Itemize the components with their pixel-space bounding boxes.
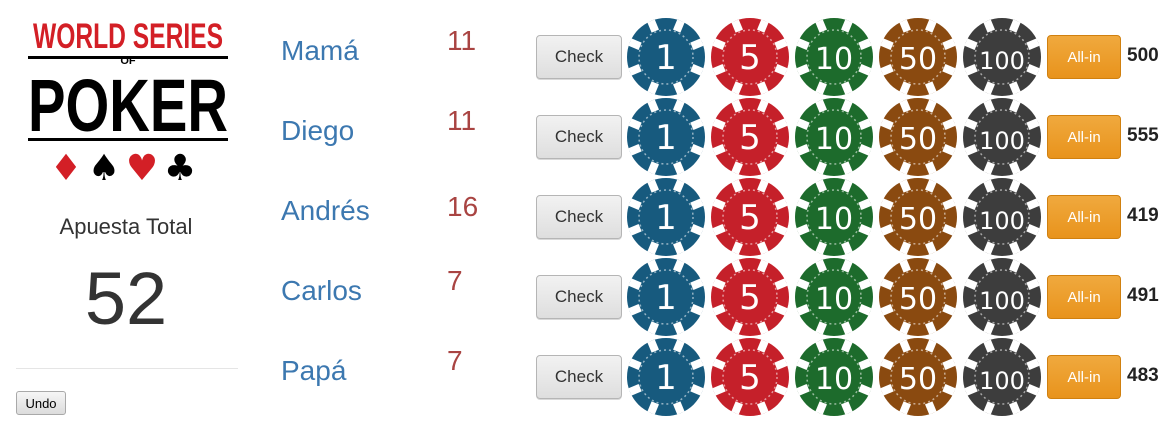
chip-value: 50 — [899, 282, 937, 317]
chip-10-button[interactable]: 10 — [794, 17, 874, 97]
chip-value: 10 — [815, 202, 853, 237]
chip-100-button[interactable]: 100 — [962, 177, 1042, 257]
chip-value: 10 — [815, 42, 853, 77]
chip-value: 5 — [739, 38, 761, 78]
all-in-button[interactable]: All-in — [1047, 35, 1121, 79]
chip-10-button[interactable]: 10 — [794, 97, 874, 177]
player-bet: 11 — [447, 105, 477, 136]
chip-value: 10 — [815, 122, 853, 157]
player-row: Papá 7 Check 1 5 10 50 100 All-in 483 — [0, 329, 1176, 416]
player-bet: 7 — [447, 265, 463, 296]
chip-value: 1 — [655, 38, 677, 78]
chip-value: 100 — [979, 47, 1025, 75]
chip-50-button[interactable]: 50 — [878, 177, 958, 257]
chip-value: 100 — [979, 207, 1025, 235]
player-stack: 555 — [1127, 125, 1159, 146]
chip-1-button[interactable]: 1 — [626, 337, 706, 417]
all-in-button[interactable]: All-in — [1047, 195, 1121, 239]
all-in-button[interactable]: All-in — [1047, 115, 1121, 159]
player-bet: 7 — [447, 345, 463, 376]
player-stack: 500 — [1127, 45, 1159, 66]
player-stack: 483 — [1127, 365, 1159, 386]
check-button[interactable]: Check — [536, 275, 622, 319]
all-in-button[interactable]: All-in — [1047, 275, 1121, 319]
check-button[interactable]: Check — [536, 195, 622, 239]
player-stack: 419 — [1127, 205, 1159, 226]
player-name: Mamá — [281, 35, 359, 66]
player-row: Carlos 7 Check 1 5 10 50 100 All-in 491 — [0, 249, 1176, 336]
player-bet: 16 — [447, 191, 479, 222]
chip-value: 5 — [739, 358, 761, 398]
chip-value: 5 — [739, 198, 761, 238]
player-row: Diego 11 Check 1 5 10 50 100 All-in 555 — [0, 89, 1176, 176]
chip-5-button[interactable]: 5 — [710, 17, 790, 97]
chip-value: 10 — [815, 362, 853, 397]
chip-value: 5 — [739, 278, 761, 318]
chip-10-button[interactable]: 10 — [794, 337, 874, 417]
chip-value: 5 — [739, 118, 761, 158]
chip-value: 50 — [899, 122, 937, 157]
check-button[interactable]: Check — [536, 115, 622, 159]
chip-1-button[interactable]: 1 — [626, 257, 706, 337]
chip-value: 50 — [899, 42, 937, 77]
chip-50-button[interactable]: 50 — [878, 257, 958, 337]
chip-5-button[interactable]: 5 — [710, 337, 790, 417]
player-name: Carlos — [281, 275, 362, 306]
chip-value: 100 — [979, 127, 1025, 155]
player-row: Andrés 16 Check 1 5 10 50 100 All-in 419 — [0, 169, 1176, 256]
chip-value: 1 — [655, 278, 677, 318]
chip-value: 1 — [655, 358, 677, 398]
chip-100-button[interactable]: 100 — [962, 17, 1042, 97]
chip-value: 100 — [979, 367, 1025, 395]
player-row: Mamá 11 Check 1 5 10 50 100 All-in 500 — [0, 9, 1176, 96]
player-name: Diego — [281, 115, 355, 146]
chip-1-button[interactable]: 1 — [626, 177, 706, 257]
chip-5-button[interactable]: 5 — [710, 97, 790, 177]
chip-100-button[interactable]: 100 — [962, 97, 1042, 177]
chip-50-button[interactable]: 50 — [878, 97, 958, 177]
chip-value: 10 — [815, 282, 853, 317]
player-bet: 11 — [447, 25, 477, 56]
chip-1-button[interactable]: 1 — [626, 17, 706, 97]
player-stack: 491 — [1127, 285, 1159, 306]
chip-100-button[interactable]: 100 — [962, 337, 1042, 417]
chip-value: 100 — [979, 287, 1025, 315]
chip-value: 50 — [899, 202, 937, 237]
chip-value: 50 — [899, 362, 937, 397]
check-button[interactable]: Check — [536, 355, 622, 399]
chip-10-button[interactable]: 10 — [794, 257, 874, 337]
chip-50-button[interactable]: 50 — [878, 17, 958, 97]
check-button[interactable]: Check — [536, 35, 622, 79]
chip-100-button[interactable]: 100 — [962, 257, 1042, 337]
player-name: Papá — [281, 355, 347, 386]
chip-50-button[interactable]: 50 — [878, 337, 958, 417]
chip-value: 1 — [655, 198, 677, 238]
chip-10-button[interactable]: 10 — [794, 177, 874, 257]
chip-value: 1 — [655, 118, 677, 158]
chip-5-button[interactable]: 5 — [710, 257, 790, 337]
chip-5-button[interactable]: 5 — [710, 177, 790, 257]
player-name: Andrés — [281, 195, 370, 226]
all-in-button[interactable]: All-in — [1047, 355, 1121, 399]
chip-1-button[interactable]: 1 — [626, 97, 706, 177]
